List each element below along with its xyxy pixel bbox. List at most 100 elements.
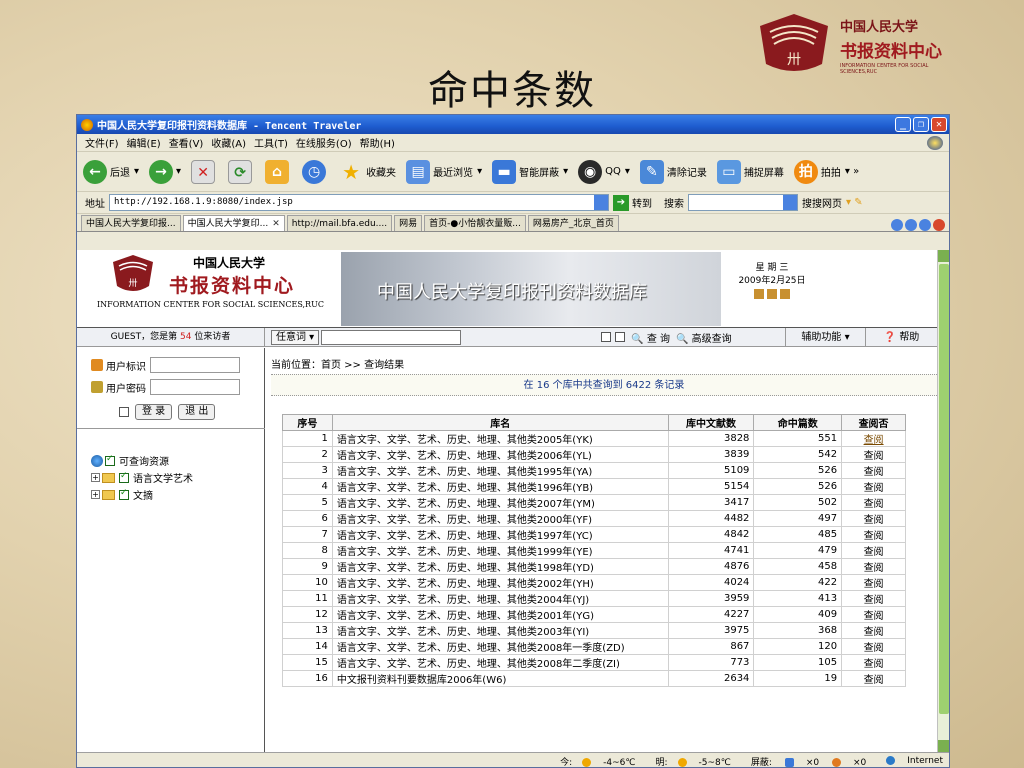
tab-close-all-icon[interactable]	[933, 219, 945, 231]
clear-records-icon: ✎	[639, 159, 664, 184]
forward-button[interactable]: → ▾	[149, 159, 181, 184]
scroll-thumb[interactable]	[939, 264, 949, 714]
refresh-button[interactable]: ⟳	[228, 159, 255, 184]
login-button[interactable]: 登 录	[135, 404, 173, 420]
favorites-button[interactable]: ★ 收藏夹	[339, 160, 396, 184]
view-link[interactable]: 查阅	[864, 451, 884, 462]
sogou-search-button[interactable]: 搜搜网页	[802, 195, 842, 210]
toolbar-search-input[interactable]	[688, 194, 798, 211]
view-link[interactable]: 查阅	[864, 611, 884, 622]
row-hits: 551	[753, 430, 843, 447]
view-link[interactable]: 查阅	[864, 467, 884, 478]
tab-1-label: 中国人民大学复印报...	[86, 218, 176, 229]
tab-1[interactable]: 中国人民大学复印报...	[81, 215, 181, 231]
tree-root[interactable]: 可查询资源	[91, 452, 193, 469]
search-button[interactable]: 🔍 查 询	[631, 330, 670, 345]
row-view-cell: 查阅	[841, 574, 906, 591]
folder-icon	[102, 489, 115, 500]
tab-4[interactable]: 网易	[394, 215, 423, 231]
tab-5[interactable]: 首页-●小怡靓衣量贩...	[424, 215, 526, 231]
home-page-icon[interactable]	[754, 289, 764, 299]
menu-tools[interactable]: 工具(T)	[254, 135, 288, 150]
scroll-up-icon[interactable]	[938, 250, 949, 262]
guest-prefix: GUEST，您是第	[110, 331, 178, 342]
block-status[interactable]: 屏蔽: ×0 ×0	[741, 755, 866, 767]
view-link[interactable]: 查阅	[864, 627, 884, 638]
recent-button[interactable]: ▤ 最近浏览 ▾	[406, 159, 482, 184]
address-input[interactable]: http://192.168.1.9:8080/index.jsp	[109, 194, 609, 211]
row-no: 13	[282, 622, 333, 639]
view-link[interactable]: 查阅	[864, 643, 884, 654]
ruc-emblem-icon: 卅	[760, 14, 828, 71]
advanced-search-link[interactable]: 🔍 高级查询	[676, 330, 732, 345]
paipai-button[interactable]: 拍 拍拍 ▾ »	[793, 159, 859, 184]
menu-edit[interactable]: 编辑(E)	[127, 135, 161, 150]
password-input[interactable]	[150, 379, 240, 395]
user-id-input[interactable]	[150, 357, 240, 373]
minimize-button[interactable]: _	[895, 117, 911, 132]
go-button[interactable]: 转到	[632, 195, 652, 210]
help-button[interactable]: ❓ 帮助	[865, 327, 937, 347]
menu-help[interactable]: 帮助(H)	[360, 135, 395, 150]
view-link[interactable]: 查阅	[864, 563, 884, 574]
stop-button[interactable]: ✕	[191, 159, 218, 184]
mail-icon[interactable]	[767, 289, 777, 299]
expand-icon[interactable]: +	[91, 473, 100, 482]
view-link[interactable]: 查阅	[864, 595, 884, 606]
history-button[interactable]: ◷	[302, 159, 329, 184]
option-checkbox-2[interactable]	[615, 332, 626, 342]
pen-icon[interactable]: ▾ ✎	[846, 197, 863, 208]
menu-online-services[interactable]: 在线服务(O)	[296, 135, 352, 150]
tab-6[interactable]: 网易房产_北京_首页	[527, 215, 619, 231]
tab-list-icon[interactable]	[905, 219, 917, 231]
keyword-input[interactable]	[321, 329, 462, 345]
tree-item-checkbox[interactable]	[119, 488, 129, 500]
view-link[interactable]: 查阅	[864, 659, 884, 670]
close-window-button[interactable]: ✕	[931, 117, 947, 132]
remember-checkbox[interactable]	[119, 407, 129, 417]
home-button[interactable]: ⌂	[265, 159, 292, 184]
view-link[interactable]: 查阅	[864, 515, 884, 526]
view-link[interactable]: 查阅	[864, 499, 884, 510]
capture-screen-button[interactable]: ▭ 捕捉屏幕	[716, 159, 784, 184]
assist-functions-menu[interactable]: 辅助功能 ▾	[785, 327, 865, 347]
go-arrow-icon[interactable]: ➔	[613, 194, 629, 211]
qq-button[interactable]: ◉ QQ ▾	[578, 159, 630, 184]
menu-view[interactable]: 查看(V)	[169, 135, 204, 150]
option-checkbox-1[interactable]	[601, 332, 612, 342]
tree-item-language-arts[interactable]: + 语言文学艺术	[91, 469, 193, 486]
scroll-down-icon[interactable]	[938, 740, 949, 752]
tab-close-icon[interactable]: ✕	[272, 217, 280, 231]
view-link[interactable]: 查阅	[864, 579, 884, 590]
view-link[interactable]: 查阅	[864, 675, 884, 686]
clear-records-button[interactable]: ✎ 清除记录	[639, 159, 707, 184]
search-dropdown-icon[interactable]	[783, 195, 797, 210]
expand-icon[interactable]: +	[91, 490, 100, 499]
bookmark-icon[interactable]	[780, 289, 790, 299]
address-dropdown-icon[interactable]	[594, 195, 608, 210]
tab-new-icon[interactable]	[919, 219, 931, 231]
view-link[interactable]: 查阅	[864, 435, 884, 446]
tree-item-checkbox[interactable]	[119, 471, 129, 483]
view-link[interactable]: 查阅	[864, 483, 884, 494]
assist-label: 辅助功能	[801, 331, 842, 343]
view-link[interactable]: 查阅	[864, 547, 884, 558]
tree-root-checkbox[interactable]	[105, 454, 115, 466]
tab-scroll-icon[interactable]	[891, 219, 903, 231]
field-select[interactable]: 任意词 ▾	[271, 329, 320, 345]
menu-favorites[interactable]: 收藏(A)	[211, 135, 246, 150]
row-db-name: 语言文字、文学、艺术、历史、地理、其他类2008年二季度(ZI)	[331, 654, 669, 671]
tree-item-digest[interactable]: + 文摘	[91, 486, 193, 503]
smart-block-button[interactable]: ▬ 智能屏蔽 ▾	[492, 159, 568, 184]
help-label: 帮助	[899, 331, 920, 343]
tab-3[interactable]: http://mail.bfa.edu....	[286, 215, 393, 231]
back-button[interactable]: ← 后退 ▾	[83, 159, 139, 184]
view-link[interactable]: 查阅	[864, 531, 884, 542]
restore-button[interactable]: ❐	[913, 117, 929, 132]
menu-file[interactable]: 文件(F)	[85, 135, 119, 150]
page-scrollbar[interactable]	[937, 250, 949, 752]
row-total: 867	[667, 638, 755, 655]
tab-2-active[interactable]: 中国人民大学复印... ✕	[182, 215, 285, 231]
row-view-cell: 查阅	[841, 622, 906, 639]
logout-button[interactable]: 退 出	[178, 404, 216, 420]
